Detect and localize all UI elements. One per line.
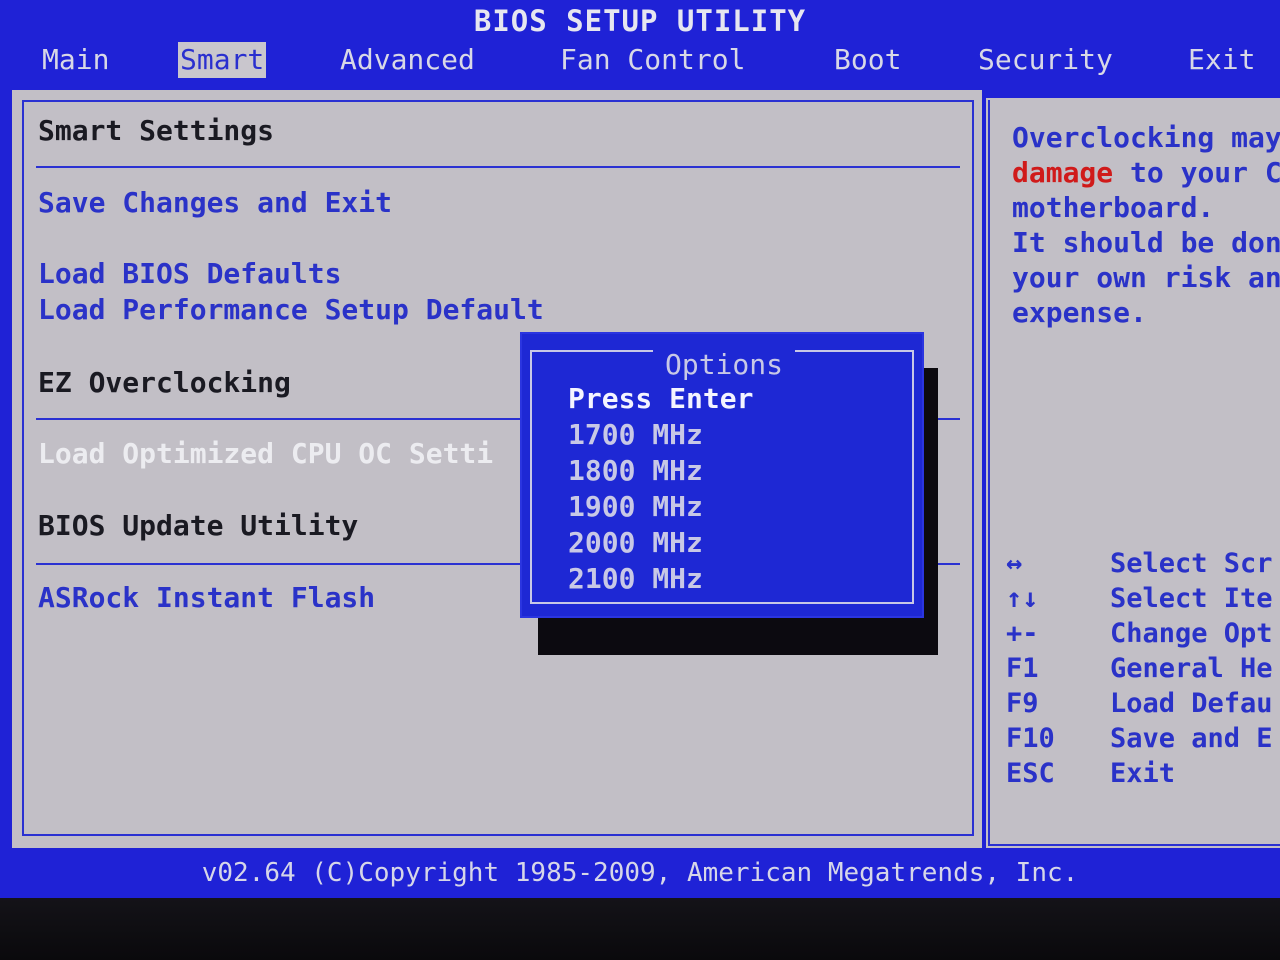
option-1700-mhz[interactable]: 1700 MHz bbox=[568, 418, 703, 451]
help-line: It should be don bbox=[1012, 226, 1280, 259]
section-smart-settings: Smart Settings bbox=[38, 114, 275, 147]
section-bios-update: BIOS Update Utility bbox=[38, 509, 359, 542]
up-down-arrow-icon: ↑↓ bbox=[1006, 583, 1039, 614]
help-text: Overclocking may damage to your C mother… bbox=[1012, 120, 1280, 330]
option-1900-mhz[interactable]: 1900 MHz bbox=[568, 490, 703, 523]
key-row: ↔ Select Scr bbox=[1004, 548, 1280, 583]
tab-advanced[interactable]: Advanced bbox=[338, 42, 477, 78]
options-dialog-frame: Options Press Enter 1700 MHz 1800 MHz 19… bbox=[530, 348, 916, 604]
warning-word: damage bbox=[1012, 156, 1114, 189]
bios-screen: BIOS SETUP UTILITY Main Smart Advanced F… bbox=[0, 0, 1280, 898]
key-row: ↑↓ Select Ite bbox=[1004, 583, 1280, 618]
option-2100-mhz[interactable]: 2100 MHz bbox=[568, 562, 703, 595]
key-description: Change Opt bbox=[1110, 618, 1273, 649]
key-description: Select Scr bbox=[1110, 548, 1273, 579]
tab-main[interactable]: Main bbox=[40, 42, 111, 78]
option-1800-mhz[interactable]: 1800 MHz bbox=[568, 454, 703, 487]
help-line: damage to your C bbox=[1012, 155, 1280, 190]
key-description: Save and E bbox=[1110, 723, 1273, 754]
key-label: F10 bbox=[1006, 723, 1055, 754]
key-row: ESC Exit bbox=[1004, 758, 1280, 793]
options-dialog-title-bar: Options bbox=[532, 348, 916, 385]
tab-smart[interactable]: Smart bbox=[178, 42, 267, 78]
copyright-footer: v02.64 (C)Copyright 1985-2009, American … bbox=[201, 858, 1079, 888]
tab-security[interactable]: Security bbox=[976, 42, 1115, 78]
key-label: ESC bbox=[1006, 758, 1055, 789]
option-press-enter[interactable]: Press Enter bbox=[568, 382, 753, 415]
left-right-arrow-icon: ↔ bbox=[1006, 548, 1023, 579]
key-label: F1 bbox=[1006, 653, 1039, 684]
help-line: your own risk an bbox=[1012, 261, 1280, 294]
app-title: BIOS SETUP UTILITY bbox=[473, 4, 807, 38]
key-description: Load Defau bbox=[1110, 688, 1273, 719]
asrock-instant-flash-item[interactable]: ASRock Instant Flash bbox=[38, 581, 375, 614]
options-dialog: Options Press Enter 1700 MHz 1800 MHz 19… bbox=[520, 332, 924, 618]
key-row: F9 Load Defau bbox=[1004, 688, 1280, 723]
divider bbox=[36, 166, 960, 168]
load-bios-defaults-item[interactable]: Load BIOS Defaults bbox=[38, 257, 341, 290]
key-row: F10 Save and E bbox=[1004, 723, 1280, 758]
options-dialog-title: Options bbox=[652, 348, 795, 381]
key-row: F1 General He bbox=[1004, 653, 1280, 688]
key-description: General He bbox=[1110, 653, 1273, 684]
key-label: F9 bbox=[1006, 688, 1039, 719]
key-description: Select Ite bbox=[1110, 583, 1273, 614]
tab-fan-control[interactable]: Fan Control bbox=[558, 42, 747, 78]
section-ez-overclocking: EZ Overclocking bbox=[38, 366, 291, 399]
key-row: +- Change Opt bbox=[1004, 618, 1280, 653]
tab-exit[interactable]: Exit bbox=[1186, 42, 1257, 78]
help-line: Overclocking may bbox=[1012, 121, 1280, 154]
save-changes-exit-item[interactable]: Save Changes and Exit bbox=[38, 186, 392, 219]
key-legend: ↔ Select Scr ↑↓ Select Ite +- Change Opt F1… bbox=[1004, 548, 1280, 793]
load-optimized-cpu-oc-item[interactable]: Load Optimized CPU OC Setti bbox=[38, 437, 493, 470]
help-line-text: to your C bbox=[1113, 156, 1280, 189]
option-2000-mhz[interactable]: 2000 MHz bbox=[568, 526, 703, 559]
help-line: motherboard. bbox=[1012, 191, 1215, 224]
tab-boot[interactable]: Boot bbox=[832, 42, 903, 78]
tab-bar: Main Smart Advanced Fan Control Boot Sec… bbox=[0, 42, 1280, 80]
help-line: expense. bbox=[1012, 296, 1147, 329]
load-performance-defaults-item[interactable]: Load Performance Setup Default bbox=[38, 293, 544, 326]
key-description: Exit bbox=[1110, 758, 1176, 789]
plus-minus-icon: +- bbox=[1006, 618, 1039, 649]
monitor-bezel bbox=[0, 898, 1280, 960]
